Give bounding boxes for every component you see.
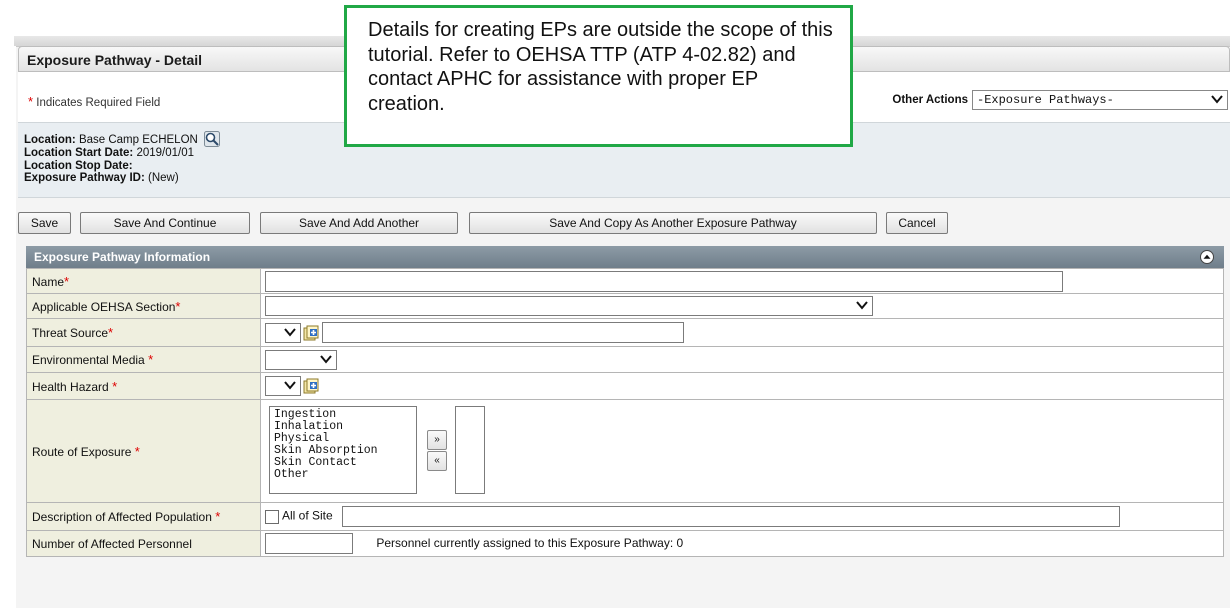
environmental-media-label: Environmental Media xyxy=(32,353,145,367)
name-label-cell: Name* xyxy=(26,268,261,294)
required-star: * xyxy=(148,352,154,367)
location-label: Location: xyxy=(24,134,76,146)
affected-population-value-cell: All of Site xyxy=(260,502,1224,531)
other-actions-selected: -Exposure Pathways- xyxy=(977,93,1114,107)
other-actions-select[interactable]: -Exposure Pathways- xyxy=(972,90,1228,110)
route-value-cell: Ingestion Inhalation Physical Skin Absor… xyxy=(260,399,1224,503)
required-star: * xyxy=(112,378,118,394)
threat-source-label: Threat Source xyxy=(32,326,109,340)
list-item[interactable]: Other xyxy=(274,469,412,481)
panel-header: Exposure Pathway Information xyxy=(26,246,1224,268)
name-input[interactable] xyxy=(265,270,1063,292)
health-hazard-value-cell xyxy=(260,372,1224,400)
add-item-icon[interactable] xyxy=(303,378,319,394)
tutorial-callout: Details for creating EPs are outside the… xyxy=(344,5,853,147)
environmental-media-label-cell: Environmental Media * xyxy=(26,346,261,373)
save-and-add-another-button[interactable]: Save And Add Another xyxy=(260,212,458,234)
oehsa-section-select[interactable] xyxy=(265,296,873,316)
stop-date-label: Location Stop Date: xyxy=(24,159,133,172)
save-and-continue-button[interactable]: Save And Continue xyxy=(80,212,250,234)
form-row-route-of-exposure: Route of Exposure * Ingestion Inhalation… xyxy=(26,399,1224,503)
panel-title: Exposure Pathway Information xyxy=(34,250,211,264)
form-row-oehsa: Applicable OEHSA Section* xyxy=(26,293,1224,319)
chevron-down-icon xyxy=(1211,95,1223,104)
chevron-down-icon xyxy=(284,381,296,390)
oehsa-value-cell xyxy=(260,293,1224,319)
health-hazard-label-cell: Health Hazard * xyxy=(26,372,261,400)
chevron-down-icon xyxy=(284,327,296,337)
required-star: * xyxy=(134,443,140,459)
all-of-site-label: All of Site xyxy=(282,508,333,523)
page-title: Exposure Pathway - Detail xyxy=(27,52,203,68)
start-date-line: Location Start Date: 2019/01/01 xyxy=(24,147,1224,160)
required-field-note: * Indicates Required Field xyxy=(28,94,160,109)
form-row-name: Name* xyxy=(26,268,1224,294)
move-left-button[interactable]: « xyxy=(427,451,447,471)
oehsa-label: Applicable OEHSA Section xyxy=(32,299,176,314)
form-row-environmental-media: Environmental Media * xyxy=(26,346,1224,373)
move-right-button[interactable]: » xyxy=(427,430,447,450)
start-date-value: 2019/01/01 xyxy=(136,147,195,159)
affected-personnel-input[interactable] xyxy=(265,533,353,554)
health-hazard-select[interactable] xyxy=(265,376,301,396)
threat-source-select[interactable] xyxy=(265,322,301,343)
affected-personnel-label: Number of Affected Personnel xyxy=(32,536,192,551)
required-star: * xyxy=(215,509,221,524)
location-value: Base Camp ECHELON xyxy=(78,134,198,146)
form-row-affected-population: Description of Affected Population * All… xyxy=(26,502,1224,531)
route-label: Route of Exposure xyxy=(32,444,132,459)
chevron-down-icon xyxy=(320,354,332,364)
required-star: * xyxy=(64,273,70,289)
route-available-list[interactable]: Ingestion Inhalation Physical Skin Absor… xyxy=(269,406,417,494)
route-label-cell: Route of Exposure * xyxy=(26,399,261,503)
form-row-health-hazard: Health Hazard * xyxy=(26,372,1224,400)
name-label: Name xyxy=(32,274,65,289)
required-star: * xyxy=(108,325,114,340)
threat-source-input[interactable] xyxy=(322,322,684,343)
route-selected-list[interactable] xyxy=(455,406,485,494)
pathway-id-label: Exposure Pathway ID: xyxy=(24,172,145,184)
all-of-site-checkbox[interactable] xyxy=(265,509,279,524)
save-button[interactable]: Save xyxy=(18,212,71,234)
affected-personnel-label-cell: Number of Affected Personnel xyxy=(26,530,261,557)
form-row-threat-source: Threat Source* xyxy=(26,318,1224,347)
personnel-assigned-note: Personnel currently assigned to this Exp… xyxy=(376,535,684,550)
threat-source-value-cell xyxy=(260,318,1224,347)
affected-population-label-cell: Description of Affected Population * xyxy=(26,502,261,531)
health-hazard-label: Health Hazard xyxy=(32,379,109,394)
threat-source-label-cell: Threat Source* xyxy=(26,318,261,347)
other-actions: Other Actions -Exposure Pathways- xyxy=(892,90,1228,110)
environmental-media-select[interactable] xyxy=(265,349,337,370)
affected-personnel-value-cell: Personnel currently assigned to this Exp… xyxy=(260,530,1224,557)
form-row-affected-personnel: Number of Affected Personnel Personnel c… xyxy=(26,530,1224,557)
save-and-copy-button[interactable]: Save And Copy As Another Exposure Pathwa… xyxy=(469,212,877,234)
affected-population-label: Description of Affected Population xyxy=(32,510,212,524)
stop-date-line: Location Stop Date: xyxy=(24,160,1224,173)
required-note-text: Indicates Required Field xyxy=(36,97,161,109)
required-star: * xyxy=(175,298,181,314)
name-value-cell xyxy=(260,268,1224,294)
magnifier-icon[interactable] xyxy=(204,131,221,147)
affected-population-input[interactable] xyxy=(342,506,1121,527)
oehsa-label-cell: Applicable OEHSA Section* xyxy=(26,293,261,319)
start-date-label: Location Start Date: xyxy=(24,147,134,159)
pathway-id-line: Exposure Pathway ID: (New) xyxy=(24,172,1224,185)
environmental-media-value-cell xyxy=(260,346,1224,373)
pathway-id-value: (New) xyxy=(148,172,179,184)
other-actions-label: Other Actions xyxy=(892,94,968,106)
chevron-down-icon xyxy=(856,301,868,310)
required-star: * xyxy=(28,94,34,109)
cancel-button[interactable]: Cancel xyxy=(886,212,948,234)
exposure-pathway-form: Name* Applicable OEHSA Section* Threat S… xyxy=(26,268,1224,557)
collapse-up-icon[interactable] xyxy=(1200,250,1214,264)
add-item-icon[interactable] xyxy=(303,325,319,341)
